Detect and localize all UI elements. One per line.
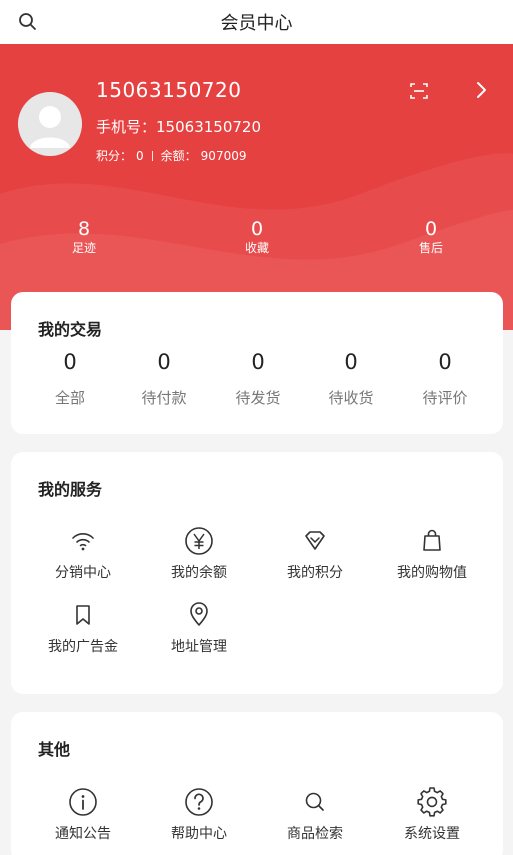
divider — [151, 150, 153, 161]
location-pin-icon — [190, 602, 208, 626]
service-label: 地址管理 — [171, 639, 227, 655]
phone-value: 15063150720 — [156, 118, 261, 136]
scan-icon[interactable] — [408, 80, 430, 102]
stat-footprints[interactable]: 8 足迹 — [34, 218, 134, 256]
order-count: 0 — [63, 350, 77, 374]
yen-icon — [185, 527, 213, 555]
stat-after-sales[interactable]: 0 售后 — [381, 218, 481, 256]
service-label: 我的广告金 — [48, 639, 118, 655]
user-placeholder-icon — [30, 106, 70, 148]
order-label: 待评价 — [422, 389, 468, 407]
bookmark-icon — [76, 605, 90, 625]
order-count: 0 — [251, 350, 265, 374]
service-distribution-center[interactable]: 分销中心 — [23, 524, 143, 582]
order-label: 待收货 — [328, 389, 374, 407]
points-label: 积分： — [96, 149, 133, 163]
search-icon[interactable] — [16, 10, 40, 34]
service-label: 分销中心 — [55, 565, 111, 581]
services-title: 我的服务 — [38, 480, 103, 499]
service-address-management[interactable]: 地址管理 — [139, 598, 259, 656]
stat-value: 0 — [250, 218, 264, 240]
service-label: 我的余额 — [171, 565, 227, 581]
order-pending-review[interactable]: 0 待评价 — [400, 349, 490, 408]
stat-label: 收藏 — [244, 241, 269, 255]
phone-line: 手机号：15063150720 — [96, 116, 261, 137]
avatar[interactable] — [18, 92, 82, 156]
order-label: 全部 — [54, 389, 85, 407]
service-balance[interactable]: 我的余额 — [139, 524, 259, 582]
orders-card: 我的交易 0 全部 0 待付款 0 待发货 0 待收货 0 待评价 — [11, 292, 503, 434]
order-pending-shipment[interactable]: 0 待发货 — [213, 349, 303, 408]
gear-icon — [417, 787, 447, 817]
balance-value: 907009 — [200, 148, 247, 163]
other-product-search[interactable]: 商品检索 — [255, 785, 375, 843]
orders-title: 我的交易 — [38, 320, 103, 339]
points-balance-line: 积分： 0 余额： 907009 — [96, 147, 246, 164]
stat-favorites[interactable]: 0 收藏 — [207, 218, 307, 256]
other-label: 通知公告 — [55, 826, 111, 842]
info-icon — [69, 788, 97, 816]
username: 15063150720 — [96, 78, 242, 102]
help-icon — [185, 788, 213, 816]
service-label: 我的购物值 — [397, 565, 467, 581]
other-system-settings[interactable]: 系统设置 — [372, 785, 492, 843]
phone-label: 手机号： — [96, 118, 157, 136]
chevron-right-icon[interactable] — [470, 78, 492, 102]
stat-label: 足迹 — [71, 241, 96, 255]
stat-label: 售后 — [418, 241, 443, 255]
header-wave-background — [0, 153, 513, 330]
order-count: 0 — [157, 350, 171, 374]
stat-value: 8 — [77, 218, 91, 240]
page-title: 会员中心 — [220, 13, 293, 34]
other-notice[interactable]: 通知公告 — [23, 785, 143, 843]
other-label: 系统设置 — [404, 826, 460, 842]
others-title: 其他 — [38, 740, 71, 759]
diamond-icon — [305, 531, 325, 550]
stat-value: 0 — [424, 218, 438, 240]
order-count: 0 — [344, 350, 358, 374]
service-ad-funds[interactable]: 我的广告金 — [23, 598, 143, 656]
services-card: 我的服务 分销中心 我的余额 我的积分 我的购物值 我的广告金 地址管理 — [11, 452, 503, 694]
order-label: 待付款 — [141, 389, 187, 407]
balance-label: 余额： — [160, 149, 197, 163]
order-pending-payment[interactable]: 0 待付款 — [119, 349, 209, 408]
other-help-center[interactable]: 帮助中心 — [139, 785, 259, 843]
other-label: 帮助中心 — [171, 826, 227, 842]
search-icon — [305, 792, 324, 811]
order-pending-receipt[interactable]: 0 待收货 — [306, 349, 396, 408]
points-value: 0 — [136, 148, 144, 163]
service-points[interactable]: 我的积分 — [255, 524, 375, 582]
profile-header: 15063150720 手机号：15063150720 积分： 0 余额： 90… — [0, 44, 513, 330]
others-card: 其他 通知公告 帮助中心 商品检索 系统设置 — [11, 712, 503, 855]
other-label: 商品检索 — [287, 826, 343, 842]
order-all[interactable]: 0 全部 — [25, 349, 115, 408]
order-count: 0 — [438, 350, 452, 374]
service-shopping-value[interactable]: 我的购物值 — [372, 524, 492, 582]
service-label: 我的积分 — [287, 565, 343, 581]
top-bar: 会员中心 — [0, 0, 513, 44]
wifi-icon — [72, 533, 94, 551]
order-label: 待发货 — [235, 389, 281, 407]
shopping-bag-icon — [423, 529, 441, 551]
